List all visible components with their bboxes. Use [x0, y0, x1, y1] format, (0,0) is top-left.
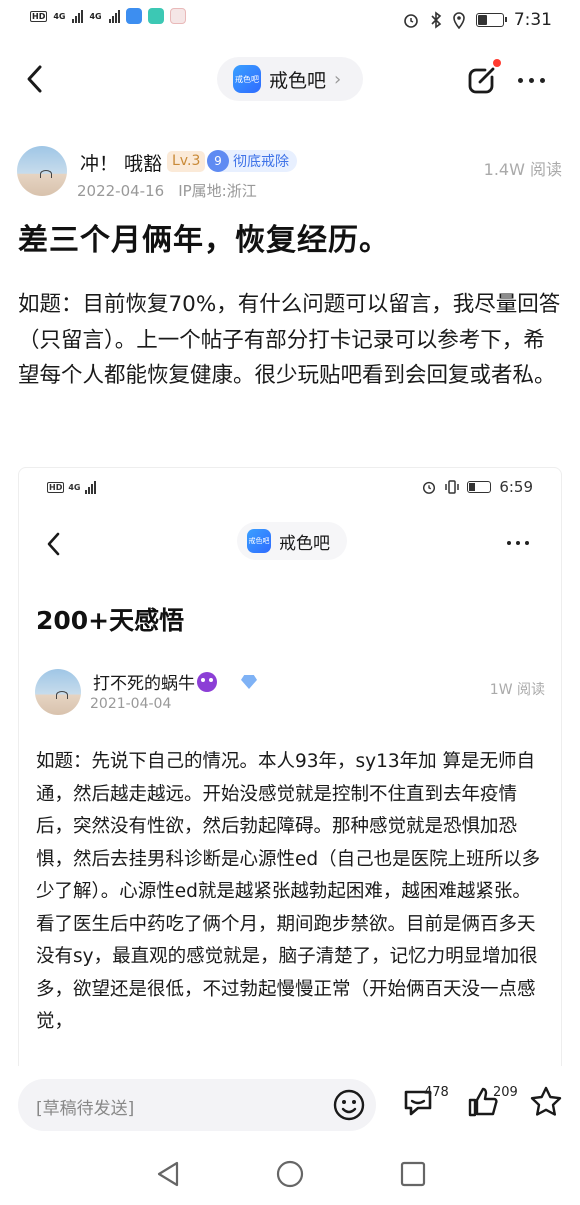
- ip-location: IP属地:浙江: [178, 182, 257, 200]
- embedded-date: 2021-04-04: [90, 696, 172, 712]
- embedded-author: 打不死的蜗牛: [93, 669, 217, 694]
- embedded-back-icon: [47, 532, 60, 556]
- embedded-screenshot[interactable]: HD 4G 6:59 戒色吧 戒色吧 200+天感悟 打不死的蜗牛 2021-0…: [18, 467, 562, 1087]
- embedded-hd-icon: HD: [47, 481, 65, 493]
- edit-icon[interactable]: [466, 62, 500, 96]
- status-time: 7:31: [513, 10, 552, 30]
- embedded-alarm-icon: [423, 481, 436, 494]
- network-type-1: 4G: [53, 11, 66, 21]
- embedded-battery-icon: [467, 481, 492, 493]
- embedded-forum-logo: 戒色吧: [247, 529, 271, 553]
- embedded-body: 如题：先说下自己的情况。本人93年，sy13年加 算是无师自通，然后越走越远。开…: [36, 751, 541, 1032]
- status-bar: HD 4G 4G 7:31: [0, 0, 580, 44]
- embedded-views: 1W 阅读: [489, 682, 545, 698]
- star-icon[interactable]: [528, 1084, 564, 1120]
- badge-title: 彻底戒除: [233, 154, 289, 170]
- embedded-author-name: 打不死的蜗牛: [93, 674, 195, 694]
- app-notification-icon-3: [169, 8, 186, 24]
- embedded-forum-pill: 戒色吧 戒色吧: [237, 522, 347, 560]
- view-count: 1.4W 阅读: [483, 160, 562, 179]
- nav-home-icon[interactable]: [276, 1160, 304, 1188]
- signal-icon-2: [108, 9, 120, 23]
- post-meta: 2022-04-16 IP属地:浙江: [77, 180, 257, 201]
- location-icon: [453, 12, 465, 29]
- emoji-icon[interactable]: [332, 1088, 366, 1122]
- back-arrow-icon[interactable]: [22, 62, 52, 96]
- hd-icon: HD: [30, 10, 48, 22]
- avatar[interactable]: [17, 146, 67, 196]
- embedded-signal-icon: [85, 480, 97, 494]
- badge-level: 9: [207, 150, 229, 172]
- embedded-status-bar: HD 4G 6:59: [47, 478, 533, 498]
- level-badge: Lv.3: [167, 151, 206, 172]
- bluetooth-icon: [431, 11, 442, 29]
- nav-back-icon[interactable]: [155, 1160, 181, 1188]
- devil-emoji-icon: [197, 672, 217, 692]
- comment-input[interactable]: [草稿待发送]: [18, 1079, 376, 1131]
- like-count: 209: [493, 1085, 518, 1100]
- chevron-right-icon: ›: [334, 68, 342, 90]
- app-notification-icon: [125, 8, 142, 24]
- comment-count: 478: [424, 1085, 449, 1100]
- alarm-icon: [404, 14, 418, 28]
- top-nav: 戒色吧 戒色吧 ›: [0, 50, 580, 110]
- embedded-title: 200+天感悟: [36, 606, 185, 635]
- post-title: 差三个月俩年，恢复经历。: [18, 223, 390, 258]
- network-type-2: 4G: [89, 11, 102, 21]
- post-body: 如题：目前恢复70%，有什么问题可以留言，我尽量回答（只留言）。上一个帖子有部分…: [18, 292, 561, 388]
- forum-logo: 戒色吧: [233, 65, 261, 93]
- comment-placeholder: [草稿待发送]: [36, 1099, 135, 1119]
- embedded-badge-icon: [241, 675, 257, 689]
- signal-icon: [72, 9, 84, 23]
- embedded-more-icon: [507, 541, 529, 545]
- embedded-forum-name: 戒色吧: [279, 533, 330, 554]
- system-nav-bar: [0, 1150, 580, 1205]
- post-date: 2022-04-16: [77, 182, 165, 200]
- app-notification-icon-2: [147, 8, 164, 24]
- embedded-vibrate-icon: [445, 480, 460, 494]
- battery-icon: [475, 13, 507, 27]
- notification-dot: [493, 59, 501, 67]
- forum-button[interactable]: 戒色吧 戒色吧 ›: [217, 57, 363, 101]
- more-icon[interactable]: [518, 78, 545, 83]
- author-name[interactable]: 冲！ 哦豁: [80, 149, 162, 176]
- forum-name: 戒色吧: [269, 69, 327, 92]
- member-badge: 9 彻底戒除: [207, 150, 297, 172]
- nav-recents-icon[interactable]: [400, 1161, 426, 1187]
- embedded-network: 4G: [68, 482, 81, 492]
- embedded-avatar: [35, 669, 81, 715]
- comment-bar: [草稿待发送] 478 209: [0, 1066, 580, 1148]
- embedded-time: 6:59: [499, 478, 533, 496]
